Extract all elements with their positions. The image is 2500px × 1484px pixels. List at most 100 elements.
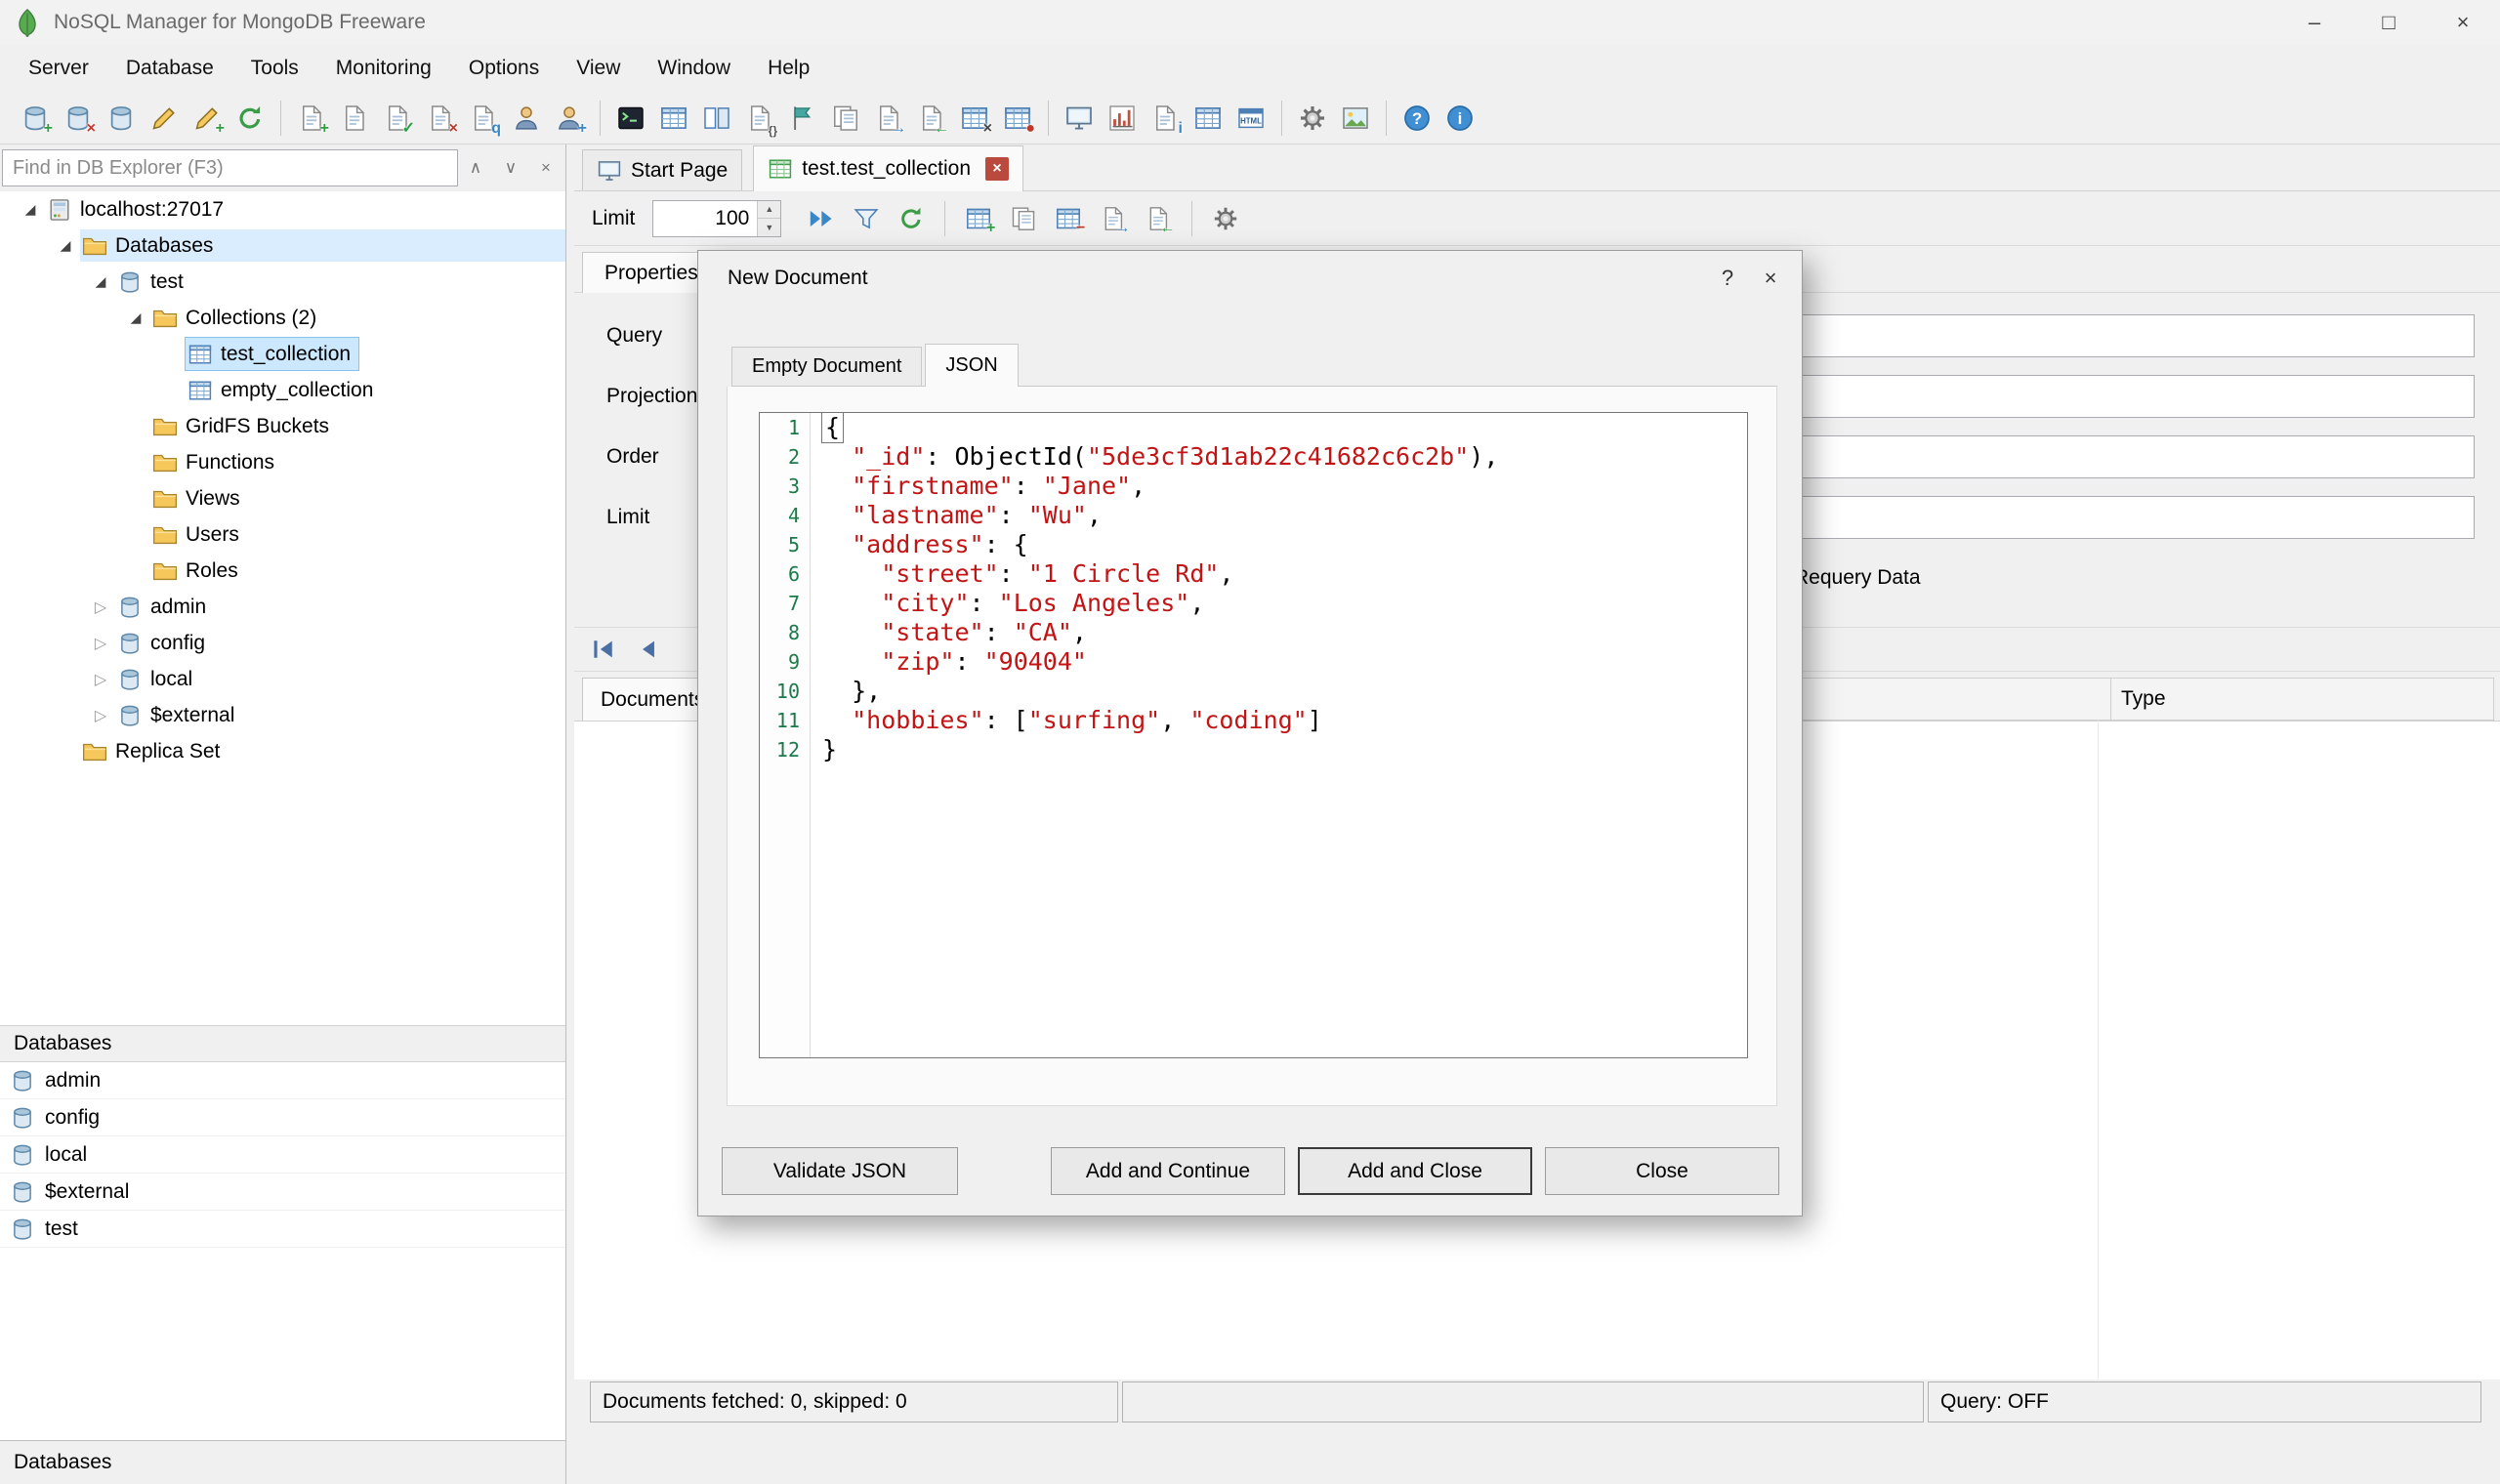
new-connection-button[interactable]: + [186,97,229,140]
limit-spin-down-icon[interactable]: ▼ [758,219,781,236]
tree-node-empty-collection[interactable]: empty_collection [0,372,565,408]
tree-node-external[interactable]: ▷ $external [0,697,565,733]
dialog-tab-json[interactable]: JSON [925,344,1019,387]
bookmarks-button[interactable] [781,97,824,140]
tree-node-test-collection[interactable]: test_collection [0,336,565,372]
menu-server[interactable]: Server [10,45,107,92]
tree-collapsed-expander-icon[interactable]: ▷ [86,598,115,617]
tree-node-config[interactable]: ▷ config [0,625,565,661]
insert-document-button[interactable]: + [958,198,999,239]
tree-node-functions[interactable]: Functions [0,444,565,480]
menu-view[interactable]: View [558,45,639,92]
copy-collection-button[interactable] [824,97,867,140]
search-close-icon[interactable]: × [528,150,563,186]
profiler-button[interactable] [1101,97,1144,140]
tree-node-local[interactable]: ▷ local [0,661,565,697]
close-button[interactable]: Close [1545,1147,1779,1195]
add-and-close-button[interactable]: Add and Close [1298,1147,1532,1195]
duplicate-document-button[interactable] [1003,198,1044,239]
split-view-button[interactable] [695,97,738,140]
db-explorer-search-input[interactable] [2,149,458,186]
limit-spinner[interactable]: 100 ▲ ▼ [652,199,782,237]
server-registration-button[interactable] [100,97,143,140]
edit-connection-button[interactable] [143,97,186,140]
linq-query-button[interactable]: q [462,97,505,140]
search-previous-icon[interactable]: ∧ [458,150,493,186]
delete-document-button[interactable]: × [419,97,462,140]
tree-expanded-expander-icon[interactable]: ◢ [121,309,150,326]
menu-help[interactable]: Help [749,45,828,92]
limit-spin-up-icon[interactable]: ▲ [758,200,781,219]
tab-start-page[interactable]: Start Page [582,149,743,190]
dialog-close-button[interactable]: × [1749,257,1792,300]
disconnect-server-button[interactable]: × [57,97,100,140]
execute-query-button[interactable] [801,198,842,239]
connect-server-button[interactable]: + [14,97,57,140]
delete-document-button[interactable]: − [1048,198,1089,239]
map-reduce-button[interactable]: × [953,97,996,140]
dialog-tab-empty-document[interactable]: Empty Document [731,347,923,386]
previous-record-button[interactable] [633,634,664,665]
maximize-button[interactable]: □ [2352,0,2426,45]
data-grid-button[interactable] [652,97,695,140]
tree-collapsed-expander-icon[interactable]: ▷ [86,706,115,725]
tree-node-test[interactable]: ◢ test [0,264,565,300]
tree-node-users[interactable]: Users [0,516,565,553]
html-report-button[interactable]: HTML [1229,97,1272,140]
tab-close-icon[interactable]: × [985,157,1009,181]
close-button[interactable]: × [2426,0,2500,45]
roles-button[interactable]: + [548,97,591,140]
aggregation-button[interactable]: ● [996,97,1039,140]
open-document-button[interactable] [333,97,376,140]
about-button[interactable]: i [1438,97,1481,140]
script-editor-button[interactable]: {} [738,97,781,140]
database-list-item-test[interactable]: test [0,1211,565,1248]
tree-node-localhost-27017[interactable]: ◢ localhost:27017 [0,191,565,227]
tab-test-test-collection[interactable]: test.test_collection × [753,145,1023,191]
menu-tools[interactable]: Tools [232,45,317,92]
grid-header-cell-type[interactable]: Type [2110,678,2494,721]
grid-options-button[interactable] [1205,198,1246,239]
requery-button[interactable] [891,198,932,239]
export-data-button[interactable]: → [867,97,910,140]
tree-expanded-expander-icon[interactable]: ◢ [16,201,45,218]
database-list-item-admin[interactable]: admin [0,1062,565,1099]
add-and-continue-button[interactable]: Add and Continue [1051,1147,1285,1195]
tree-node-admin[interactable]: ▷ admin [0,589,565,625]
minimize-button[interactable]: – [2277,0,2352,45]
import-documents-button[interactable]: ← [1138,198,1179,239]
json-editor[interactable]: 1{2 "_id": ObjectId("5de3cf3d1ab22c41682… [759,412,1748,1058]
tree-node-roles[interactable]: Roles [0,553,565,589]
menu-database[interactable]: Database [107,45,232,92]
tree-expanded-expander-icon[interactable]: ◢ [51,237,80,254]
tree-node-collections-2[interactable]: ◢ Collections (2) [0,300,565,336]
new-document-button[interactable]: + [290,97,333,140]
database-list-item-config[interactable]: config [0,1099,565,1136]
tree-expanded-expander-icon[interactable]: ◢ [86,273,115,290]
save-document-button[interactable]: ✓ [376,97,419,140]
menu-options[interactable]: Options [450,45,558,92]
first-record-button[interactable] [588,634,619,665]
panel-splitter[interactable] [566,144,574,1484]
mongo-shell-button[interactable] [609,97,652,140]
image-tools-button[interactable] [1334,97,1377,140]
export-documents-button[interactable]: → [1093,198,1134,239]
database-list-item-local[interactable]: local [0,1136,565,1174]
server-status-button[interactable]: i [1144,97,1187,140]
dialog-help-button[interactable]: ? [1706,257,1749,300]
tree-node-databases[interactable]: ◢ Databases [0,227,565,264]
tree-node-replica-set[interactable]: Replica Set [0,733,565,769]
validate-json-button[interactable]: Validate JSON [722,1147,958,1195]
table-report-button[interactable] [1187,97,1229,140]
menu-monitoring[interactable]: Monitoring [317,45,450,92]
database-list-item-external[interactable]: $external [0,1174,565,1211]
menu-window[interactable]: Window [639,45,749,92]
tree-collapsed-expander-icon[interactable]: ▷ [86,670,115,689]
users-button[interactable] [505,97,548,140]
filter-builder-button[interactable] [846,198,887,239]
tree-collapsed-expander-icon[interactable]: ▷ [86,634,115,653]
import-data-button[interactable]: ← [910,97,953,140]
refresh-explorer-button[interactable] [229,97,271,140]
options-button[interactable] [1291,97,1334,140]
monitoring-button[interactable] [1058,97,1101,140]
